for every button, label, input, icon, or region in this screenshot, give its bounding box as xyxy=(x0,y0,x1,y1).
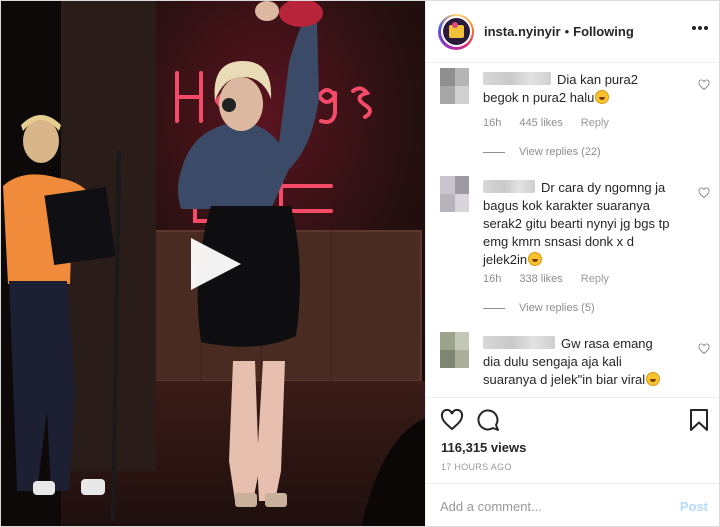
comment-time: 16h xyxy=(483,117,502,129)
rolling-laughing-emoji-icon xyxy=(646,372,661,386)
like-comment-heart-icon[interactable] xyxy=(698,343,710,355)
commenter-username-blurred[interactable] xyxy=(483,336,555,349)
laughing-emoji-icon xyxy=(528,252,543,266)
following-button[interactable]: Following xyxy=(573,24,634,39)
view-replies-label: View replies (22) xyxy=(519,146,601,158)
comment-meta: 16h 338 likes Reply xyxy=(483,273,627,285)
play-icon[interactable] xyxy=(185,234,245,294)
view-replies-button[interactable]: View replies (5) xyxy=(483,302,595,314)
author-avatar[interactable] xyxy=(438,13,474,50)
comment-icon[interactable] xyxy=(476,408,500,432)
comment-item: Dia kan pura2 begok n pura2 halu 16h 445 … xyxy=(440,63,710,163)
comment-text-block: Dia kan pura2 begok n pura2 halu xyxy=(483,71,673,107)
comment-text: Dr cara dy ngomng ja bagus kok karakter … xyxy=(483,180,670,267)
view-count[interactable]: 116,315 views xyxy=(441,440,526,455)
more-options-icon[interactable] xyxy=(692,26,708,32)
instagram-post: insta.nyinyir • Following Dia kan pura2 … xyxy=(0,0,720,527)
post-header: insta.nyinyir • Following xyxy=(426,1,719,63)
view-replies-button[interactable]: View replies (22) xyxy=(483,146,601,158)
comment-item: Dr cara dy ngomng ja bagus kok karakter … xyxy=(440,171,710,321)
comment-likes[interactable]: 445 likes xyxy=(519,117,562,129)
video-player[interactable] xyxy=(1,1,425,526)
post-comment-button[interactable]: Post xyxy=(680,499,708,514)
reply-button[interactable]: Reply xyxy=(581,273,609,285)
comment-meta: 16h 445 likes Reply xyxy=(483,117,627,129)
post-actions: 116,315 views 17 HOURS AGO xyxy=(426,397,719,483)
commenter-username-blurred[interactable] xyxy=(483,72,551,85)
comment-text-block: Gw rasa emang dia dulu sengaja aja kali … xyxy=(483,335,673,389)
add-comment-input[interactable] xyxy=(440,496,660,516)
bookmark-icon[interactable] xyxy=(687,408,711,432)
post-timestamp[interactable]: 17 HOURS AGO xyxy=(441,462,512,472)
comment-composer: Post xyxy=(426,483,719,526)
like-comment-heart-icon[interactable] xyxy=(698,187,710,199)
reply-button[interactable]: Reply xyxy=(581,117,609,129)
like-comment-heart-icon[interactable] xyxy=(698,79,710,91)
commenter-avatar[interactable] xyxy=(440,176,469,212)
comment-likes[interactable]: 338 likes xyxy=(519,273,562,285)
commenter-username-blurred[interactable] xyxy=(483,180,535,193)
comments-list[interactable]: Dia kan pura2 begok n pura2 halu 16h 445 … xyxy=(426,63,719,397)
header-separator: • xyxy=(564,24,570,39)
commenter-avatar[interactable] xyxy=(440,68,469,104)
comment-text-block: Dr cara dy ngomng ja bagus kok karakter … xyxy=(483,179,673,269)
laughing-emoji-icon xyxy=(595,90,610,104)
heart-icon[interactable] xyxy=(440,408,464,432)
post-details-panel: insta.nyinyir • Following Dia kan pura2 … xyxy=(425,1,719,526)
view-replies-label: View replies (5) xyxy=(519,302,595,314)
comment-time: 16h xyxy=(483,273,502,285)
author-username[interactable]: insta.nyinyir xyxy=(484,24,561,39)
comment-item: Gw rasa emang dia dulu sengaja aja kali … xyxy=(440,327,710,397)
commenter-avatar[interactable] xyxy=(440,332,469,368)
